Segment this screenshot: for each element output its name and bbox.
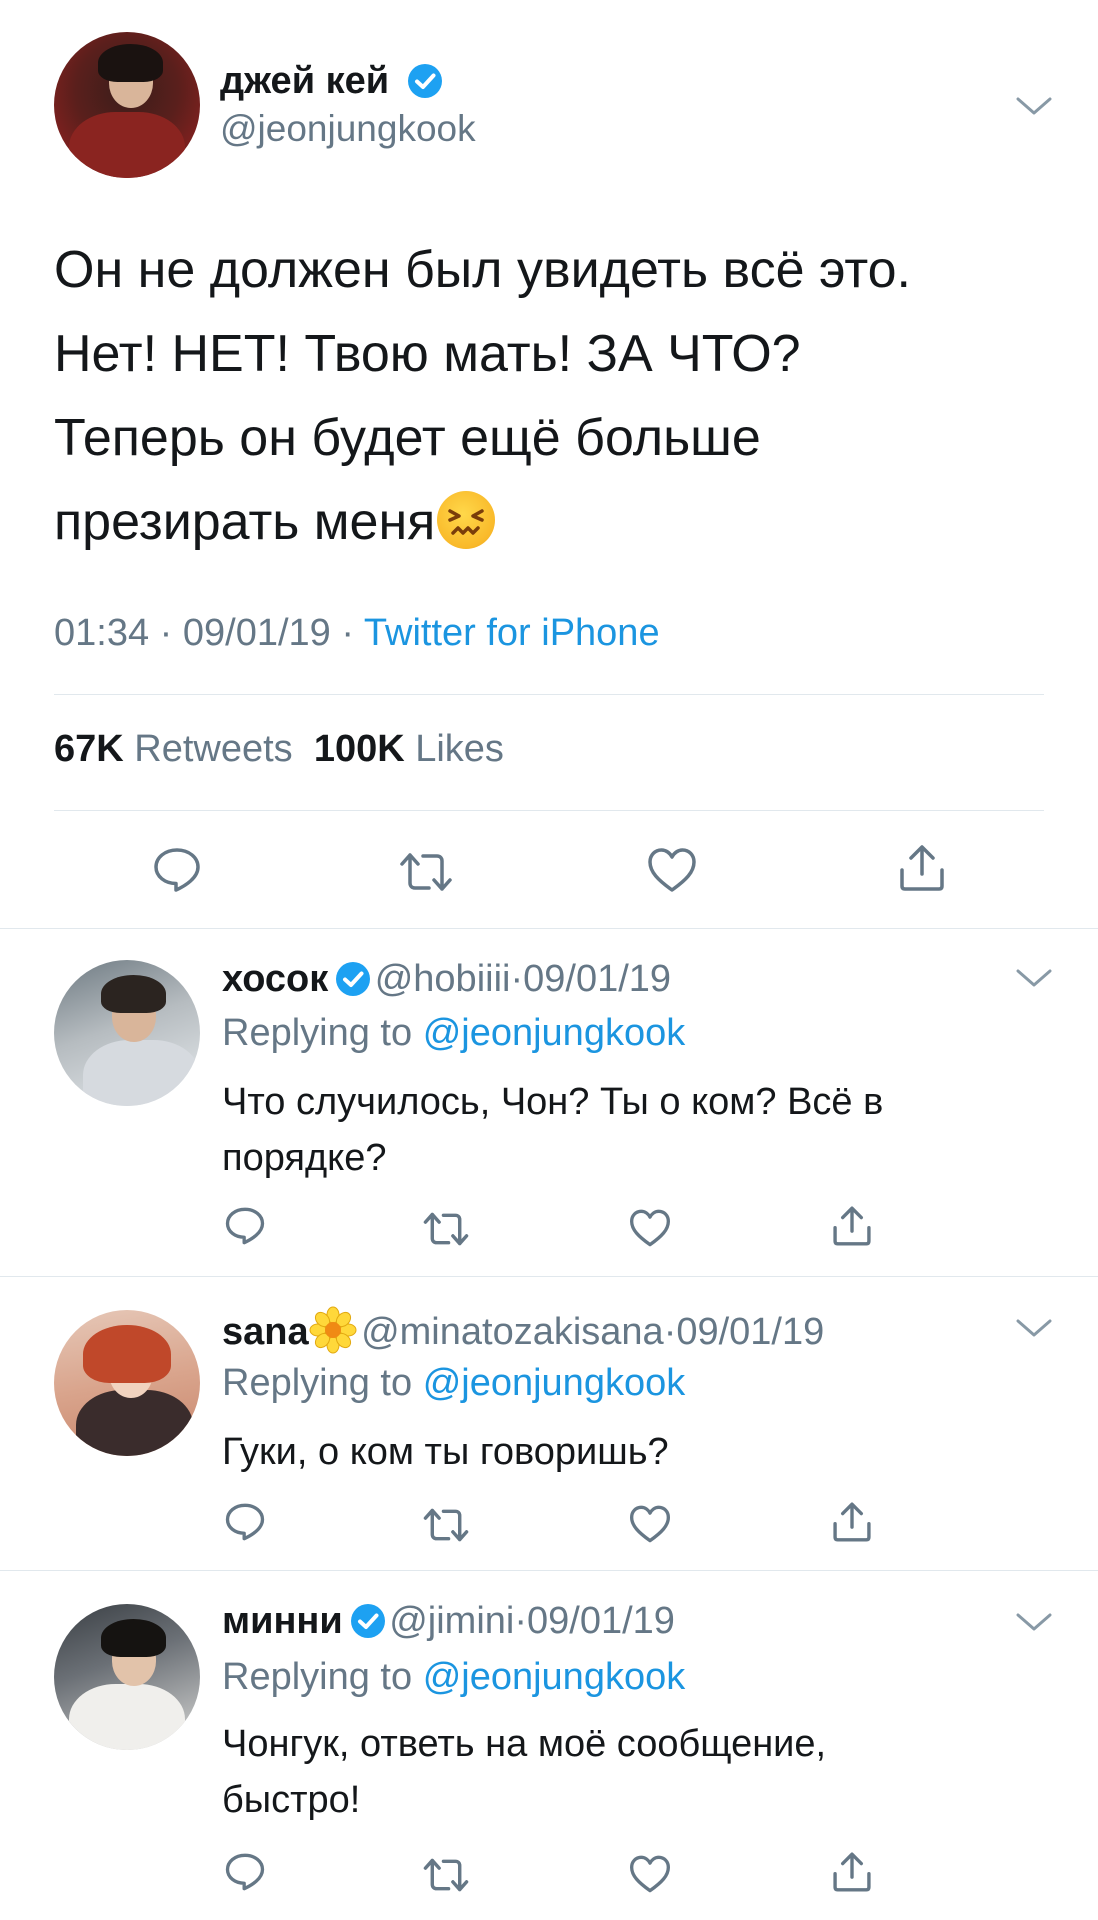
retweet-icon[interactable] [422, 1856, 470, 1894]
reply-display-name[interactable]: sana [222, 1311, 309, 1353]
reply-handle[interactable]: @hobiiii [375, 958, 511, 1000]
replying-to: Replying to @jeonjungkook [222, 1362, 686, 1404]
divider [54, 694, 1044, 695]
author-display-name[interactable]: джей кей [220, 60, 442, 103]
tweet-text: Он не должен был увидеть всё это. Нет! Н… [54, 241, 911, 551]
reply-icon[interactable] [152, 846, 202, 894]
retweets-stat[interactable]: 67K Retweets [54, 728, 293, 770]
retweet-icon[interactable] [422, 1506, 470, 1544]
reply-icon[interactable] [224, 1852, 266, 1892]
author-avatar[interactable] [54, 32, 200, 178]
share-icon[interactable] [830, 1850, 874, 1894]
reply-text: Гуки, о ком ты говоришь? [222, 1431, 669, 1473]
reply-handle[interactable]: @minatozakisana [361, 1311, 664, 1353]
divider [0, 928, 1098, 929]
like-icon[interactable] [628, 1208, 672, 1248]
chevron-down-icon[interactable] [1014, 1610, 1054, 1634]
reply-icon[interactable] [224, 1206, 266, 1246]
tweet-stats: 67K Retweets 100K Likes [54, 728, 504, 771]
confounded-face-emoji [437, 491, 496, 549]
replying-to: Replying to @jeonjungkook [222, 1656, 686, 1698]
divider [54, 810, 1044, 811]
reply-date: 09/01/19 [676, 1311, 825, 1353]
reply-avatar-minatozakisana[interactable] [54, 1310, 200, 1456]
reply-header: хосок @hobiiii·09/01/19 [222, 958, 672, 1000]
tweet-time: 01:34 [54, 612, 150, 654]
likes-stat[interactable]: 100K Likes [314, 728, 504, 770]
verified-badge-icon [350, 1604, 385, 1638]
reply-header: sana @minatozakisana·09/01/19 [222, 1306, 824, 1354]
tweet-source-link[interactable]: Twitter for iPhone [364, 612, 660, 654]
mention-link[interactable]: @jeonjungkook [423, 1012, 686, 1054]
reply-icon[interactable] [224, 1502, 266, 1542]
reply-date: 09/01/19 [527, 1600, 675, 1642]
tweet-date: 09/01/19 [182, 612, 331, 654]
reply-text: Чонгук, ответь на моё сообщение, быстро! [222, 1723, 827, 1821]
reply-avatar-jimini[interactable] [54, 1604, 200, 1750]
verified-badge-icon [407, 64, 442, 98]
like-icon[interactable] [646, 846, 698, 894]
chevron-down-icon[interactable] [1014, 966, 1054, 990]
like-icon[interactable] [628, 1854, 672, 1894]
retweet-icon[interactable] [422, 1210, 470, 1248]
verified-badge-icon [336, 962, 371, 996]
share-icon[interactable] [896, 842, 948, 894]
chevron-down-icon[interactable] [1014, 1316, 1054, 1340]
replying-to: Replying to @jeonjungkook [222, 1012, 686, 1054]
retweet-icon[interactable] [398, 850, 454, 894]
divider [0, 1570, 1098, 1571]
reply-date: 09/01/19 [523, 958, 672, 1000]
share-icon[interactable] [830, 1500, 874, 1544]
mention-link[interactable]: @jeonjungkook [423, 1362, 686, 1404]
reply-text: Что случилось, Чон? Ты о ком? Всё в поря… [222, 1081, 884, 1179]
reply-display-name[interactable]: минни [222, 1600, 343, 1642]
author-handle[interactable]: @jeonjungkook [220, 108, 476, 150]
reply-header: минни @jimini·09/01/19 [222, 1600, 675, 1642]
share-icon[interactable] [830, 1204, 874, 1248]
reply-handle[interactable]: @jimini [389, 1600, 514, 1642]
tweet-meta: 01:34 · 09/01/19 · Twitter for iPhone [54, 612, 660, 654]
reply-avatar-hobiiii[interactable] [54, 960, 200, 1106]
divider [0, 1276, 1098, 1277]
flower-emoji-icon [309, 1306, 357, 1354]
mention-link[interactable]: @jeonjungkook [423, 1656, 686, 1698]
like-icon[interactable] [628, 1504, 672, 1544]
reply-display-name[interactable]: хосок [222, 958, 328, 1000]
chevron-down-icon[interactable] [1014, 94, 1054, 118]
